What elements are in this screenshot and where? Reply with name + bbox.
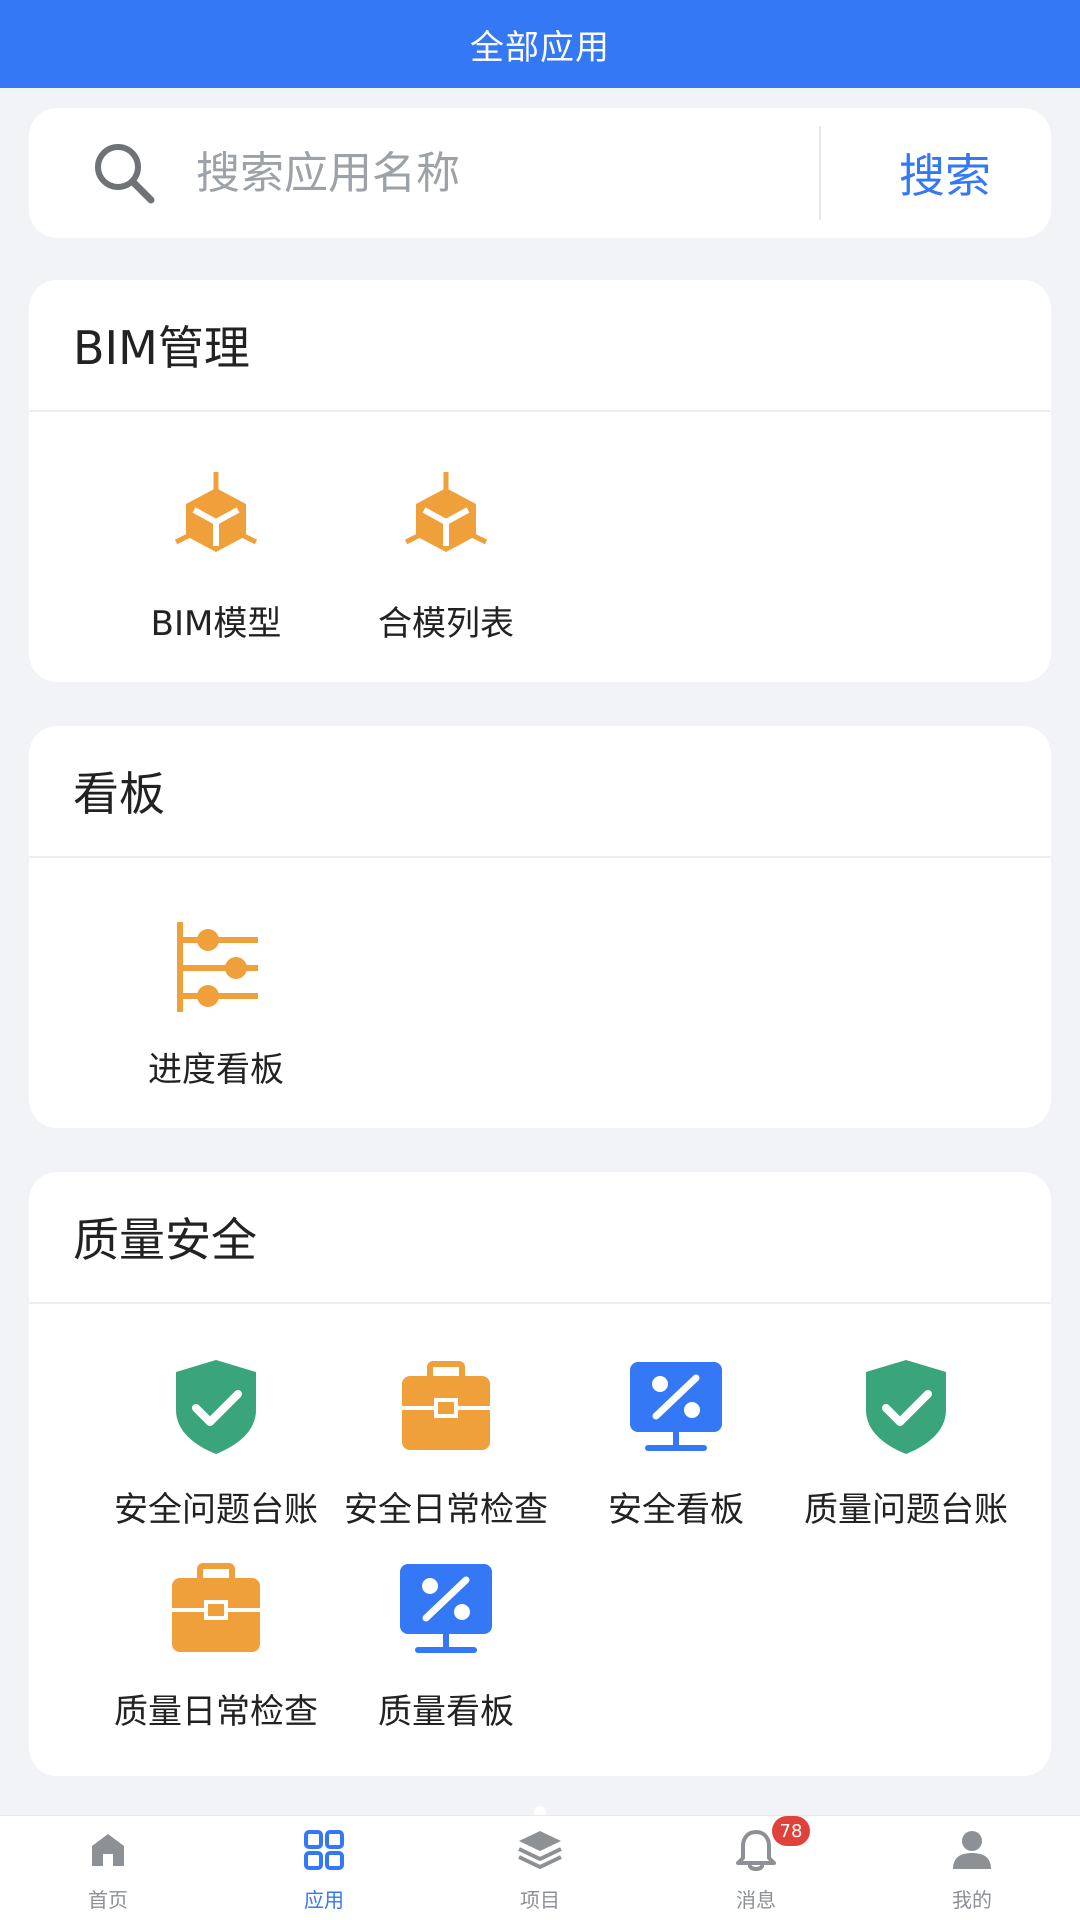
section-title: BIM管理	[29, 280, 1051, 412]
tab-label: 应用	[304, 1888, 344, 1912]
tab-mine[interactable]: 我的	[864, 1816, 1080, 1920]
cube-icon	[166, 470, 266, 570]
tab-apps[interactable]: 应用	[216, 1816, 432, 1920]
search-icon	[89, 138, 159, 208]
message-badge: 78	[772, 1816, 810, 1846]
section-bim: BIM管理 BIM模型 合模列表	[29, 280, 1051, 682]
app-progress-board[interactable]: 进度看板	[101, 916, 331, 1091]
progress-board-icon	[166, 916, 266, 1016]
app-label: 质量日常检查	[114, 1692, 318, 1732]
app-merge-model-list[interactable]: 合模列表	[331, 470, 561, 645]
apps-grid-icon	[300, 1826, 348, 1874]
monitor-percent-icon	[396, 1558, 496, 1658]
app-label: 安全看板	[608, 1490, 744, 1530]
app-label: 合模列表	[378, 604, 514, 644]
tab-label: 消息	[736, 1888, 776, 1912]
section-board: 看板 进度看板	[29, 726, 1051, 1128]
app-safety-issue-ledger[interactable]: 安全问题台账	[101, 1356, 331, 1531]
toolbox-icon	[396, 1356, 496, 1456]
tab-messages[interactable]: 78 消息	[648, 1816, 864, 1920]
section-quality-safety: 质量安全 安全问题台账 安全日常检查 安全看板 质量问题台账 质量日常检查 质量…	[29, 1172, 1051, 1776]
app-safety-daily-inspection[interactable]: 安全日常检查	[331, 1356, 561, 1531]
app-label: BIM模型	[150, 604, 282, 644]
search-input[interactable]	[194, 146, 818, 200]
search-bar: 搜索	[29, 108, 1051, 238]
search-button[interactable]: 搜索	[899, 108, 991, 238]
app-label: 进度看板	[148, 1050, 284, 1090]
app-bim-model[interactable]: BIM模型	[101, 470, 331, 645]
user-icon	[948, 1826, 996, 1874]
search-divider	[819, 126, 821, 220]
section-title: 质量安全	[29, 1172, 1051, 1304]
app-quality-issue-ledger[interactable]: 质量问题台账	[791, 1356, 1021, 1531]
tab-home[interactable]: 首页	[0, 1816, 216, 1920]
app-safety-board[interactable]: 安全看板	[561, 1356, 791, 1531]
monitor-percent-icon	[626, 1356, 726, 1456]
section-title: 看板	[29, 726, 1051, 858]
layers-icon	[516, 1826, 564, 1874]
tab-projects[interactable]: 项目	[432, 1816, 648, 1920]
app-quality-daily-inspection[interactable]: 质量日常检查	[101, 1558, 331, 1733]
bottom-tab-bar: 首页 应用 项目 78 消息 我的	[0, 1815, 1080, 1920]
page-title: 全部应用	[470, 27, 610, 68]
cube-icon	[396, 470, 496, 570]
tab-label: 我的	[952, 1888, 992, 1912]
shield-check-icon	[166, 1356, 266, 1456]
shield-check-icon	[856, 1356, 956, 1456]
bell-icon: 78	[732, 1816, 810, 1874]
tab-label: 首页	[88, 1888, 128, 1912]
app-label: 安全问题台账	[114, 1490, 318, 1530]
toolbox-icon	[166, 1558, 266, 1658]
top-bar: 全部应用	[0, 0, 1080, 88]
home-icon	[84, 1826, 132, 1874]
app-label: 质量看板	[378, 1692, 514, 1732]
app-label: 质量问题台账	[804, 1490, 1008, 1530]
app-label: 安全日常检查	[344, 1490, 548, 1530]
app-quality-board[interactable]: 质量看板	[331, 1558, 561, 1733]
tab-label: 项目	[520, 1888, 560, 1912]
